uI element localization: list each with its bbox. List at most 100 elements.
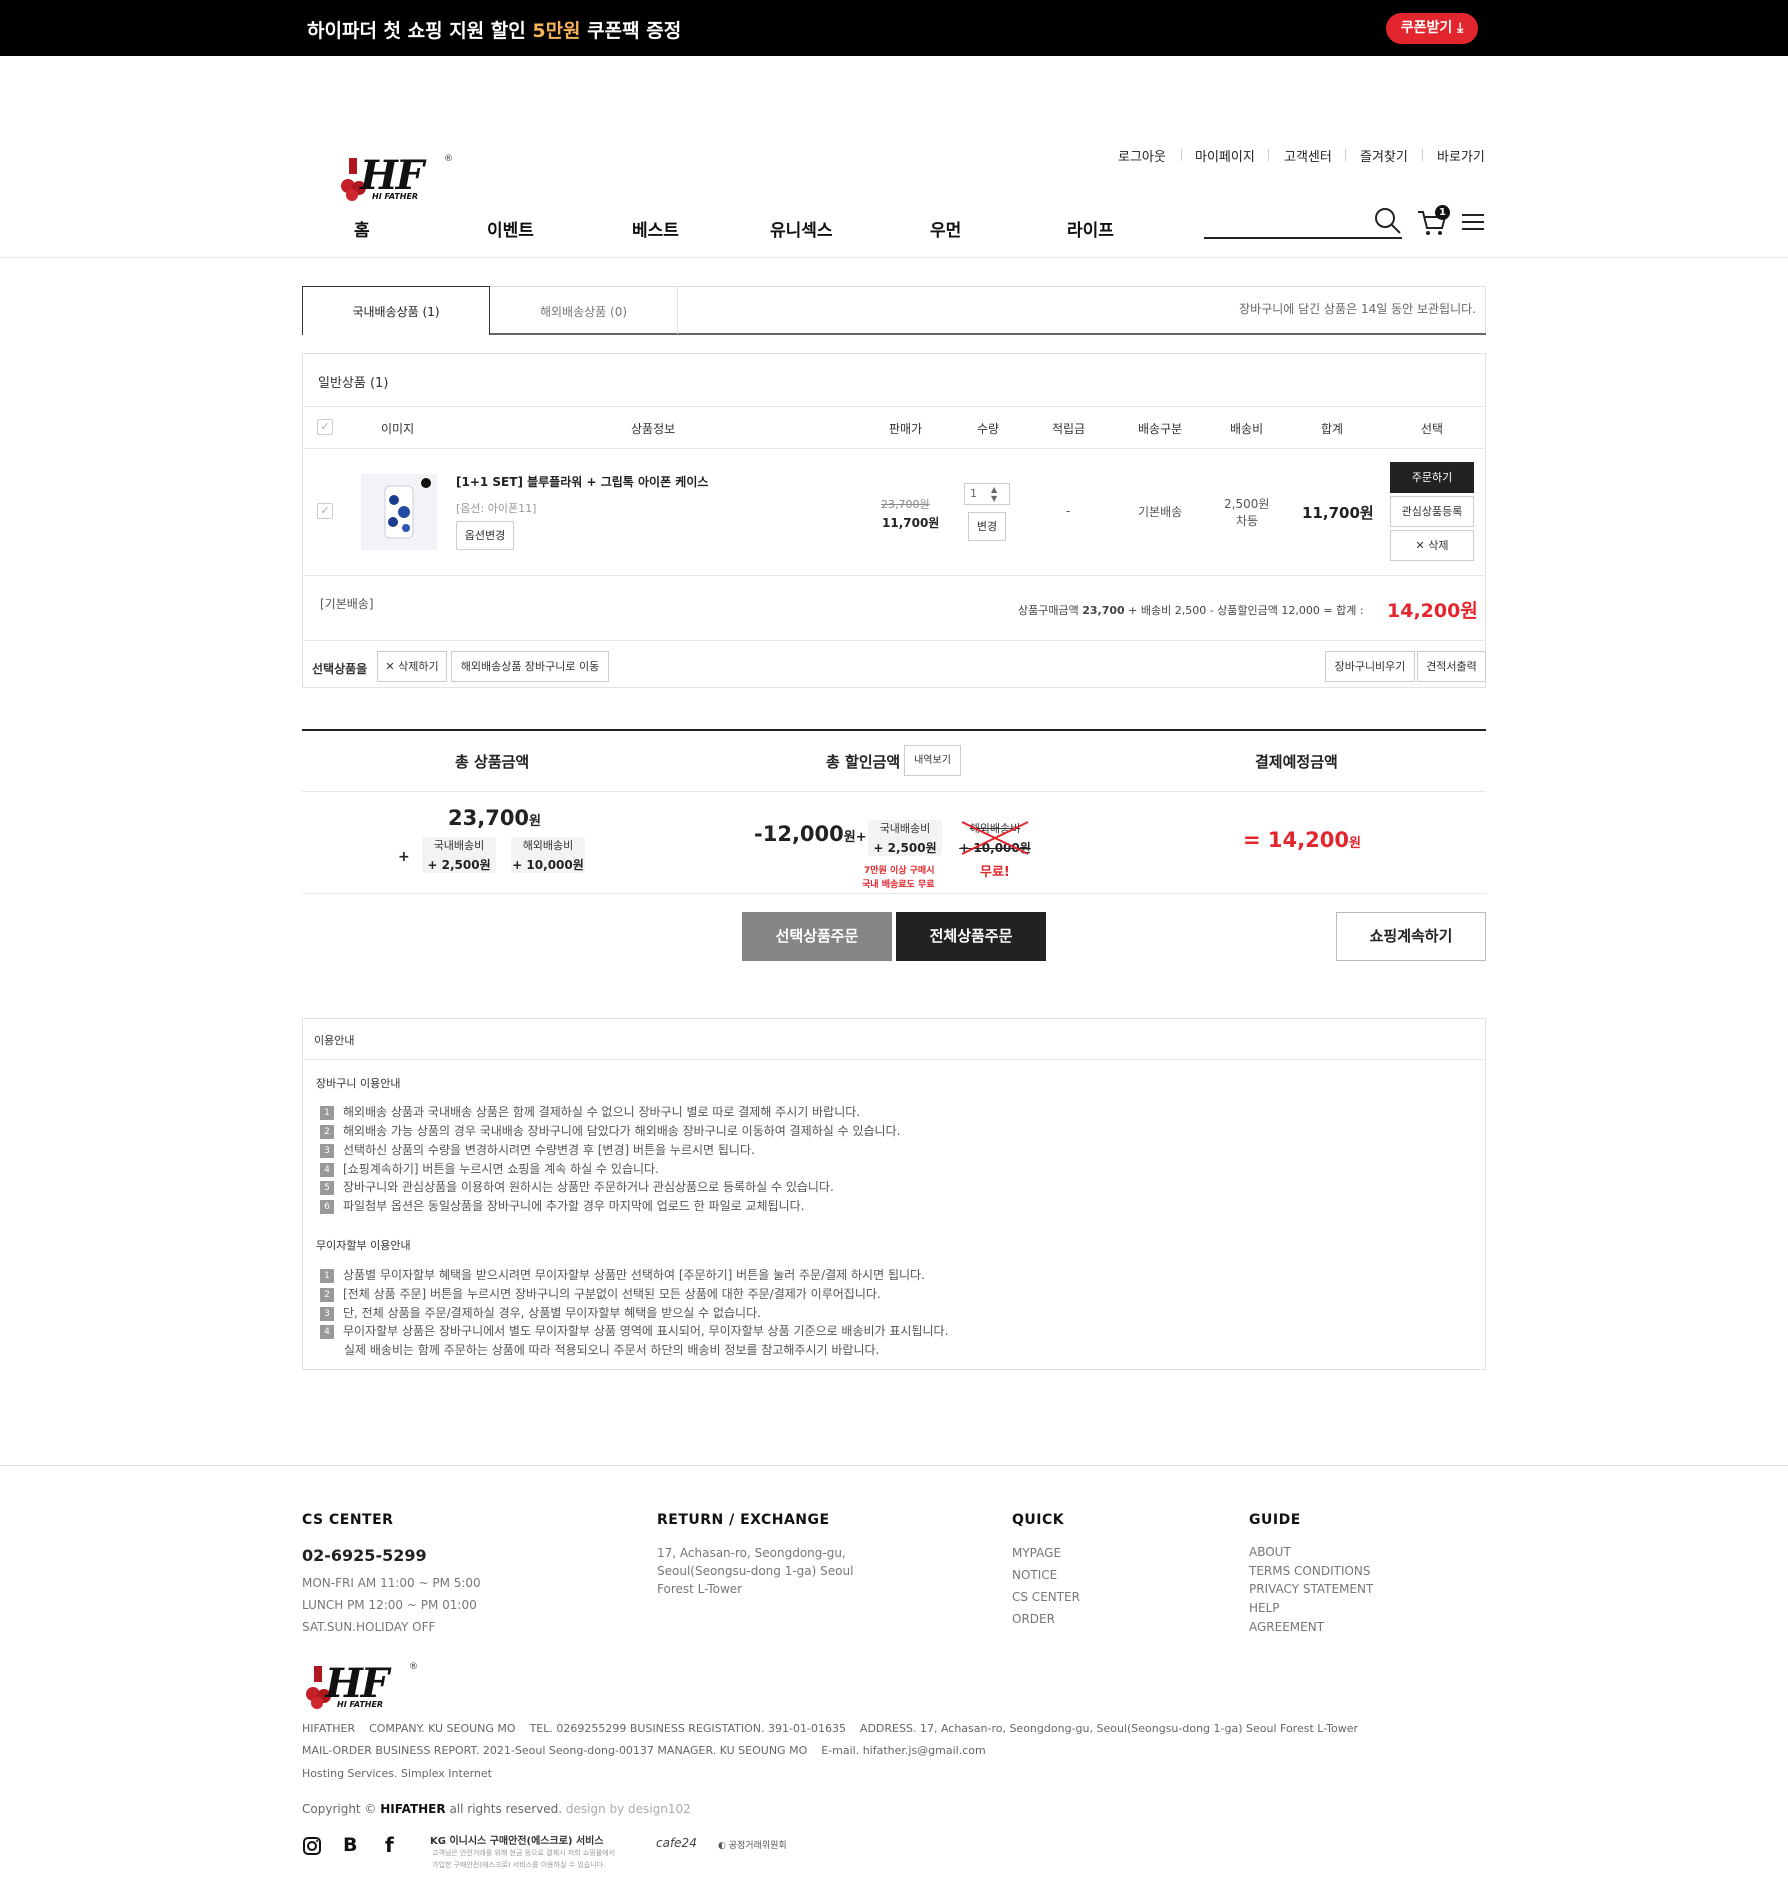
tag-value: + 10,000원 bbox=[512, 858, 584, 872]
tab-overseas[interactable]: 해외배송상품 (0) bbox=[490, 286, 678, 334]
kg-escrow-note: 고객님은 안전거래를 위해 현금 등으로 결제시 저희 쇼핑몰에서 bbox=[432, 1849, 616, 1857]
guide-text: 무이자할부 상품은 장바구니에서 별도 무이자할부 상품 영역에 표시되어, 무… bbox=[343, 1324, 949, 1338]
customer-center-link[interactable]: 고객센터 bbox=[1284, 146, 1332, 165]
nav-event[interactable]: 이벤트 bbox=[487, 216, 534, 241]
select-all-checkbox[interactable]: ✓ bbox=[317, 419, 333, 435]
instagram-icon[interactable] bbox=[302, 1836, 322, 1856]
footer-link-about[interactable]: ABOUT bbox=[1249, 1545, 1291, 1559]
domestic-ship-tag: 국내배송비 + 2,500원 bbox=[422, 837, 496, 873]
summary-text-tail: + 배송비 2,500 - 상품할인금액 12,000 = 합계 : bbox=[1124, 604, 1364, 617]
divider bbox=[1345, 149, 1346, 161]
discount-amount-value: -12,000 bbox=[754, 822, 844, 846]
copyright-brand: HIFATHER bbox=[380, 1802, 446, 1816]
col-image: 이미지 bbox=[381, 422, 415, 436]
divider bbox=[1422, 149, 1423, 161]
delete-selected-button[interactable]: ✕ 삭제하기 bbox=[377, 651, 447, 682]
free-label: 무료! bbox=[980, 865, 1010, 880]
list-item: 3 단, 전체 상품을 주문/결제하실 경우, 상품별 무이자할부 혜택을 받으실… bbox=[320, 1304, 761, 1321]
number-icon: 4 bbox=[320, 1324, 334, 1339]
mypage-link[interactable]: 마이페이지 bbox=[1195, 146, 1255, 165]
tag-label: 해외배송비 bbox=[522, 839, 574, 852]
list-item: 6 파일첨부 옵션은 동일상품을 장바구니에 추가할 경우 마지막에 업로드 한 … bbox=[320, 1197, 804, 1214]
number-icon: 2 bbox=[320, 1287, 334, 1302]
blog-icon[interactable]: B bbox=[343, 1834, 357, 1856]
quantity-input[interactable]: 1 bbox=[964, 483, 1010, 505]
footer-link-help[interactable]: HELP bbox=[1249, 1601, 1280, 1615]
ship-type-value: 기본배송 bbox=[1138, 505, 1183, 519]
kg-escrow-note-2: 가입한 구매안전(에스크로) 서비스를 이용하실 수 있습니다. bbox=[432, 1861, 606, 1869]
footer-link-agreement[interactable]: AGREEMENT bbox=[1249, 1620, 1324, 1634]
cart-summary: 상품구매금액 23,700 + 배송비 2,500 - 상품할인금액 12,00… bbox=[1018, 602, 1364, 618]
number-icon: 1 bbox=[320, 1268, 334, 1283]
add-wishlist-button[interactable]: 관심상품등록 bbox=[1390, 496, 1474, 527]
footer-link-mypage[interactable]: MYPAGE bbox=[1012, 1546, 1061, 1560]
discount-detail-button[interactable]: 내역보기 bbox=[904, 745, 961, 776]
number-icon: 4 bbox=[320, 1162, 334, 1177]
list-item: 2 [전체 상품 주문] 버튼을 누르시면 장바구니의 구분없이 선택된 모든 상… bbox=[320, 1285, 881, 1302]
payment-heading: 결제예정금액 bbox=[1255, 753, 1338, 771]
logo-subtext: HI FATHER bbox=[372, 192, 419, 201]
product-thumbnail[interactable] bbox=[361, 474, 437, 550]
order-item-button[interactable]: 주문하기 bbox=[1390, 462, 1474, 493]
cafe24-logo[interactable]: cafe24 bbox=[656, 1836, 697, 1850]
original-price: 23,700원 bbox=[881, 498, 930, 511]
payment-value: = 14,200 bbox=[1243, 828, 1349, 852]
search-icon[interactable] bbox=[1373, 206, 1403, 236]
product-name[interactable]: [1+1 SET] 블루플라워 + 그립톡 아이폰 케이스 bbox=[456, 473, 708, 490]
won-unit: 원+ bbox=[843, 830, 867, 845]
delete-item-button[interactable]: ✕ 삭제 bbox=[1390, 530, 1474, 561]
number-icon: 3 bbox=[320, 1306, 334, 1321]
guide-text: 파일첨부 옵션은 동일상품을 장바구니에 추가할 경우 마지막에 업로드 한 파… bbox=[343, 1199, 805, 1213]
list-item: 1 해외배송 상품과 국내배송 상품은 함께 결제하실 수 없으니 장바구니 별로… bbox=[320, 1103, 860, 1120]
nav-home[interactable]: 홈 bbox=[354, 216, 370, 241]
search-input[interactable] bbox=[1204, 237, 1402, 239]
footer-link-order[interactable]: ORDER bbox=[1012, 1612, 1055, 1626]
strikethrough-cross-icon bbox=[961, 821, 1029, 855]
cart-guide-title: 장바구니 이용안내 bbox=[316, 1077, 401, 1090]
facebook-icon[interactable]: f bbox=[385, 1833, 394, 1857]
order-all-button[interactable]: 전체상품주문 bbox=[896, 912, 1046, 961]
move-to-overseas-button[interactable]: 해외배송상품 장바구니로 이동 bbox=[451, 651, 609, 682]
footer-logo[interactable]: HF HI FATHER ® bbox=[303, 1660, 423, 1714]
guide-text: 장바구니와 관심상품을 이용하여 원하시는 상품만 주문하거나 관심상품으로 등… bbox=[343, 1180, 834, 1194]
print-estimate-button[interactable]: 견적서출력 bbox=[1417, 651, 1486, 682]
nav-life[interactable]: 라이프 bbox=[1067, 216, 1114, 241]
ftc-badge[interactable]: ◐ 공정거래위원회 bbox=[718, 1838, 787, 1851]
nav-best[interactable]: 베스트 bbox=[632, 216, 679, 241]
menu-icon[interactable] bbox=[1462, 213, 1484, 231]
kg-escrow-badge[interactable]: KG 이니시스 구매안전(에스크로) 서비스 bbox=[430, 1832, 604, 1847]
copyright-text: Copyright © bbox=[302, 1802, 381, 1816]
coupon-button[interactable]: 쿠폰받기 ⤓ bbox=[1386, 13, 1478, 44]
order-selected-button[interactable]: 선택상품주문 bbox=[742, 912, 892, 961]
change-option-button[interactable]: 옵션변경 bbox=[456, 521, 514, 550]
item-checkbox[interactable]: ✓ bbox=[317, 503, 333, 519]
nav-women[interactable]: 우먼 bbox=[930, 216, 961, 241]
sale-price: 11,700원 bbox=[882, 516, 940, 530]
continue-shopping-button[interactable]: 쇼핑계속하기 bbox=[1336, 912, 1486, 961]
footer-cs-title: CS CENTER bbox=[302, 1512, 394, 1528]
total-product-heading: 총 상품금액 bbox=[455, 753, 530, 771]
footer-phone: 02-6925-5299 bbox=[302, 1546, 427, 1565]
quantity-stepper[interactable]: ▲ ▼ bbox=[991, 485, 997, 503]
logout-link[interactable]: 로그아웃 bbox=[1118, 146, 1166, 165]
divider bbox=[302, 1059, 1486, 1060]
nav-unisex[interactable]: 유니섹스 bbox=[770, 216, 833, 241]
quantity-change-button[interactable]: 변경 bbox=[968, 512, 1006, 541]
clear-cart-button[interactable]: 장바구니비우기 bbox=[1325, 651, 1415, 682]
summary-total: 14,200원 bbox=[1387, 600, 1478, 622]
banner-text: 하이파더 첫 쇼핑 지원 할인 bbox=[307, 20, 533, 42]
header-divider bbox=[0, 257, 1788, 258]
tab-domestic[interactable]: 국내배송상품 (1) bbox=[302, 286, 490, 335]
guide-text: 상품별 무이자할부 혜택을 받으시려면 무이자할부 상품만 선택하여 [주문하기… bbox=[343, 1268, 925, 1282]
logo[interactable]: HF HI FATHER ® bbox=[338, 152, 458, 206]
shortcut-link[interactable]: 바로가기 bbox=[1437, 146, 1485, 165]
footer-link-privacy[interactable]: PRIVACY STATEMENT bbox=[1249, 1582, 1373, 1596]
divider bbox=[1181, 149, 1182, 161]
footer-link-cs-center[interactable]: CS CENTER bbox=[1012, 1590, 1080, 1604]
guide-text: 해외배송 상품과 국내배송 상품은 함께 결제하실 수 없으니 장바구니 별로 … bbox=[343, 1105, 861, 1119]
favorites-link[interactable]: 즐겨찾기 bbox=[1360, 146, 1408, 165]
footer-link-notice[interactable]: NOTICE bbox=[1012, 1568, 1057, 1582]
ship-fee-note: 차등 bbox=[1236, 514, 1259, 528]
guide-text: 해외배송 가능 상품의 경우 국내배송 장바구니에 담았다가 해외배송 장바구니… bbox=[343, 1124, 901, 1138]
footer-link-terms[interactable]: TERMS CONDITIONS bbox=[1249, 1564, 1371, 1578]
